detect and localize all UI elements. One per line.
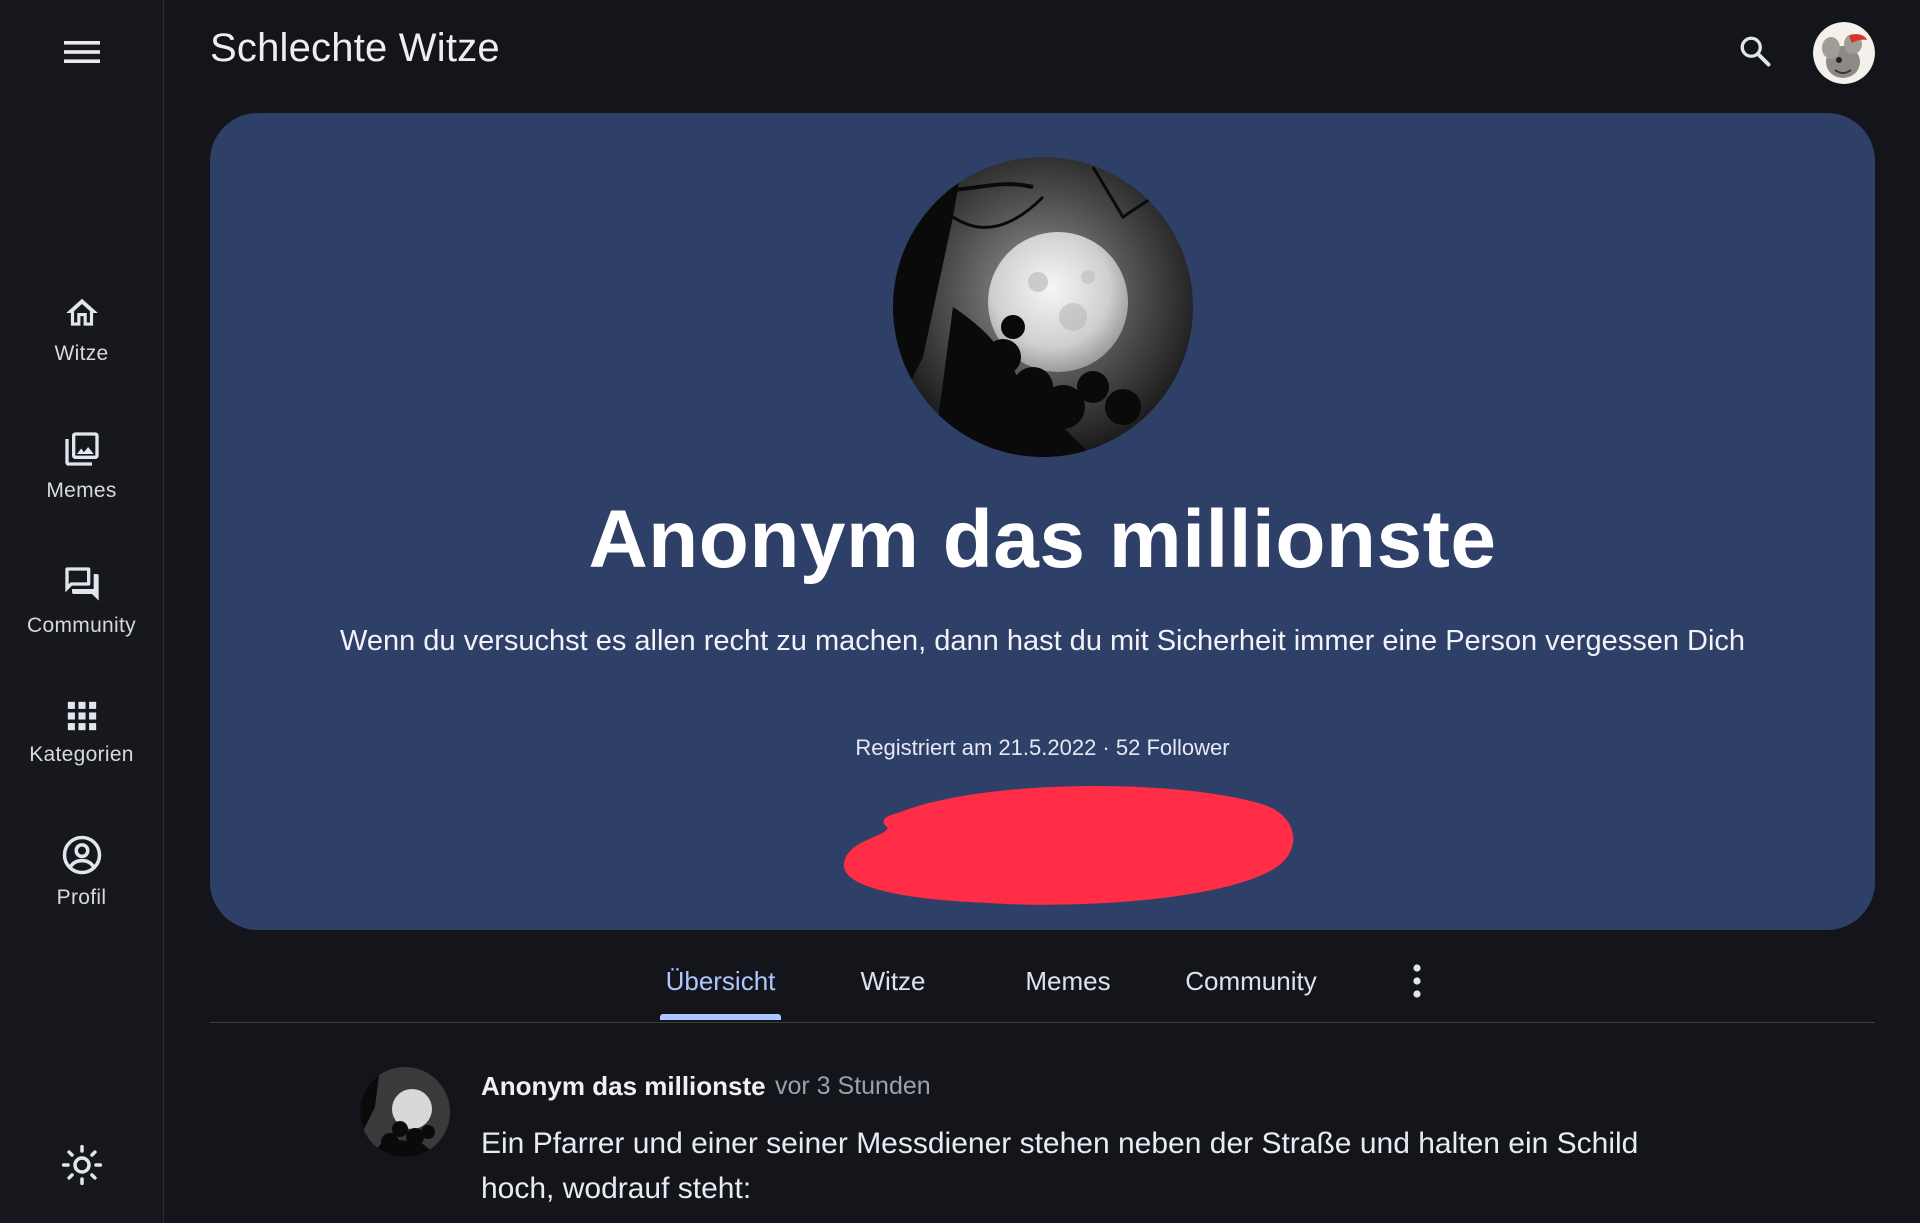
grid-icon	[67, 701, 96, 731]
user-avatar[interactable]	[1813, 22, 1875, 84]
redaction-scribble	[843, 786, 1294, 905]
more-vert-icon	[1413, 964, 1421, 998]
sidebar-item-memes[interactable]: Memes	[0, 429, 163, 539]
tab-uebersicht[interactable]: Übersicht	[648, 940, 793, 1022]
profile-name: Anonym das millionste	[588, 494, 1497, 585]
active-tab-indicator	[660, 1014, 781, 1020]
sidebar-item-community[interactable]: Community	[0, 564, 163, 674]
account-circle-icon	[62, 835, 101, 875]
home-icon	[65, 298, 98, 326]
profile-card: Anonym das millionste Wenn du versuchst …	[210, 113, 1875, 930]
post-body: Ein Pfarrer und einer seiner Messdiener …	[481, 1127, 1639, 1205]
sidebar-item-kategorien[interactable]: Kategorien	[0, 699, 163, 809]
profile-avatar	[893, 157, 1193, 457]
search-button[interactable]	[1730, 26, 1780, 76]
post-avatar[interactable]	[360, 1067, 450, 1157]
sun-icon	[61, 1144, 103, 1186]
sidebar-item-label: Kategorien	[29, 743, 134, 766]
sidebar: Witze Memes Community Kategorien Profil	[0, 0, 164, 1223]
sidebar-item-label: Community	[27, 614, 136, 637]
menu-icon	[64, 41, 100, 63]
image-stack-icon	[64, 432, 99, 466]
sidebar-item-label: Memes	[46, 479, 117, 502]
theme-toggle-button[interactable]	[52, 1140, 112, 1190]
post-author[interactable]: Anonym das millionste	[481, 1071, 766, 1102]
tab-memes[interactable]: Memes	[998, 940, 1138, 1022]
sidebar-item-label: Witze	[54, 342, 109, 365]
search-icon	[1740, 36, 1771, 67]
forum-icon	[64, 567, 99, 601]
app-title: Schlechte Witze	[210, 26, 500, 70]
sidebar-item-witze[interactable]: Witze	[0, 294, 163, 404]
profile-bio: Wenn du versuchst es allen recht zu mach…	[339, 625, 1746, 657]
sidebar-item-label: Profil	[56, 886, 107, 909]
menu-button[interactable]	[52, 30, 112, 74]
sidebar-item-profil[interactable]: Profil	[0, 834, 163, 944]
tab-community[interactable]: Community	[1166, 940, 1336, 1022]
post-timestamp: vor 3 Stunden	[775, 1072, 931, 1100]
tab-witze[interactable]: Witze	[828, 940, 958, 1022]
profile-tabs: Übersicht Witze Memes Community	[210, 940, 1875, 1023]
more-options-button[interactable]	[1395, 958, 1439, 1004]
profile-meta: Registriert am 21.5.2022 · 52 Follower	[855, 735, 1230, 760]
